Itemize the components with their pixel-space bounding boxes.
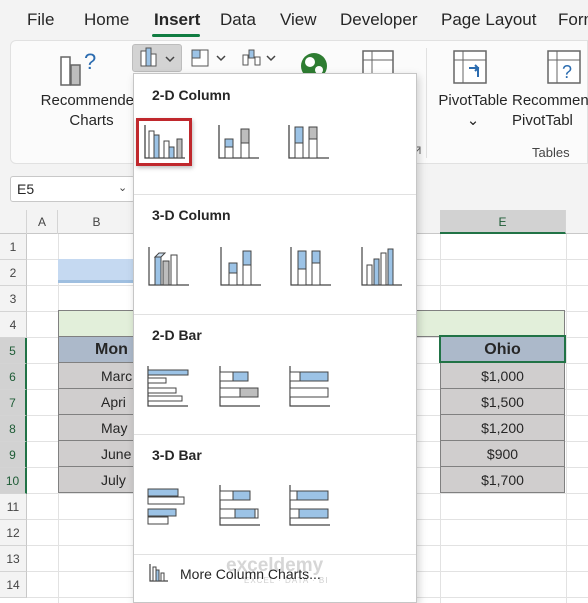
active-cell-outline [439, 335, 566, 363]
tab-view[interactable]: View [280, 10, 317, 30]
recommended-pivottables-icon[interactable]: ? [545, 48, 585, 88]
3d-100-stacked-bar-option[interactable] [285, 481, 341, 529]
tab-developer[interactable]: Developer [340, 10, 418, 30]
recommended-charts-icon[interactable]: ? [58, 47, 100, 89]
column-chart-icon [140, 47, 175, 67]
sheet-title-band [58, 259, 136, 283]
tab-insert[interactable]: Insert [154, 10, 200, 30]
tab-file[interactable]: File [27, 10, 54, 30]
active-tab-indicator [152, 34, 200, 37]
row-header-8[interactable]: 8 [0, 416, 27, 442]
separator [134, 314, 416, 315]
name-box[interactable]: E5 [10, 176, 135, 202]
section-title-2d-column: 2-D Column [152, 87, 231, 103]
section-title-3d-column: 3-D Column [152, 207, 231, 223]
100-stacked-bar-icon [289, 366, 330, 407]
row-header-10[interactable]: 10 [0, 468, 27, 494]
stacked-bar-icon [219, 366, 260, 407]
column-header-b[interactable]: B [58, 210, 136, 234]
separator [134, 434, 416, 435]
row-header-7[interactable]: 7 [0, 390, 27, 416]
ohio-value-cell[interactable]: $1,000 [440, 362, 565, 389]
ohio-value-cell[interactable]: $1,200 [440, 414, 565, 441]
ohio-value-cell[interactable]: $1,700 [440, 466, 565, 493]
month-cell[interactable]: May [58, 414, 136, 441]
tables-group-label: Tables [532, 145, 570, 160]
clustered-column-option[interactable] [136, 118, 192, 166]
100-stacked-bar-option[interactable] [285, 362, 341, 410]
row-header-9[interactable]: 9 [0, 442, 27, 468]
stacked-column-icon [218, 125, 259, 159]
svg-text:?: ? [84, 49, 96, 74]
row-header-1[interactable]: 1 [0, 234, 27, 260]
recommended-pivottables-label[interactable]: Recommend PivotTabl [512, 91, 588, 131]
column-header-e[interactable]: E [440, 210, 566, 234]
3d-clustered-bar-icon [147, 488, 185, 525]
row-header-12[interactable]: 12 [0, 520, 27, 546]
tab-home[interactable]: Home [84, 10, 129, 30]
3d-stacked-bar-icon [219, 485, 260, 526]
more-column-charts-link[interactable]: More Column Charts... [180, 566, 321, 582]
waterfall-chart-button[interactable] [240, 47, 282, 71]
3d-100-stacked-column-icon [290, 247, 331, 286]
100-stacked-column-option[interactable] [283, 121, 339, 169]
section-title-3d-bar: 3-D Bar [152, 447, 202, 463]
month-cell[interactable]: Apri [58, 388, 136, 415]
100-stacked-column-icon [288, 125, 329, 159]
3d-stacked-column-option[interactable] [215, 241, 271, 289]
month-cell[interactable]: July [58, 466, 136, 493]
3d-clustered-column-option[interactable] [143, 241, 199, 289]
row-header-13[interactable]: 13 [0, 546, 27, 572]
3d-100-stacked-column-option[interactable] [285, 241, 341, 289]
3d-column-icon [361, 247, 402, 286]
3d-clustered-column-icon [148, 247, 189, 286]
header-month-cell[interactable]: Mon [58, 336, 136, 363]
3d-100-stacked-bar-icon [289, 485, 330, 526]
month-cell[interactable]: Marc [58, 362, 136, 389]
section-title-2d-bar: 2-D Bar [152, 327, 202, 343]
month-cell[interactable]: June [58, 440, 136, 467]
ohio-value-cell[interactable]: $900 [440, 440, 565, 467]
separator [134, 194, 416, 195]
clustered-bar-icon [147, 366, 189, 407]
tab-page-layout[interactable]: Page Layout [441, 10, 536, 30]
stacked-column-option[interactable] [213, 121, 269, 169]
grid-line [566, 234, 567, 603]
row-header-3[interactable]: 3 [0, 286, 27, 312]
3d-stacked-bar-option[interactable] [215, 481, 271, 529]
hierarchy-chart-button[interactable] [190, 47, 232, 71]
3d-column-option[interactable] [356, 241, 412, 289]
3d-stacked-column-icon [220, 247, 261, 286]
clustered-column-icon [144, 125, 185, 159]
pivottable-icon[interactable] [451, 48, 491, 88]
select-all-corner[interactable] [0, 210, 27, 234]
row-header-11[interactable]: 11 [0, 494, 27, 520]
clustered-bar-option[interactable] [143, 362, 199, 410]
menu-bar: File Home Insert Data View Developer Pag… [0, 0, 588, 40]
pivottable-label[interactable]: PivotTable ⌄ [434, 91, 512, 131]
row-header-14[interactable]: 14 [0, 572, 27, 598]
stacked-bar-option[interactable] [215, 362, 271, 410]
tab-formulas[interactable]: Form [558, 10, 588, 30]
chevron-down-icon[interactable]: ⌄ [118, 181, 127, 194]
column-chart-button[interactable] [132, 44, 182, 72]
3d-clustered-bar-option[interactable] [143, 481, 199, 529]
row-header-4[interactable]: 4 [0, 312, 27, 338]
row-header-5[interactable]: 5 [0, 338, 27, 364]
ohio-value-cell[interactable]: $1,500 [440, 388, 565, 415]
column-header-a[interactable]: A [27, 210, 58, 234]
more-column-charts-icon[interactable] [148, 562, 170, 584]
row-header-6[interactable]: 6 [0, 364, 27, 390]
ribbon-separator [426, 48, 427, 158]
tab-data[interactable]: Data [220, 10, 256, 30]
svg-text:?: ? [562, 62, 572, 82]
row-header-2[interactable]: 2 [0, 260, 27, 286]
